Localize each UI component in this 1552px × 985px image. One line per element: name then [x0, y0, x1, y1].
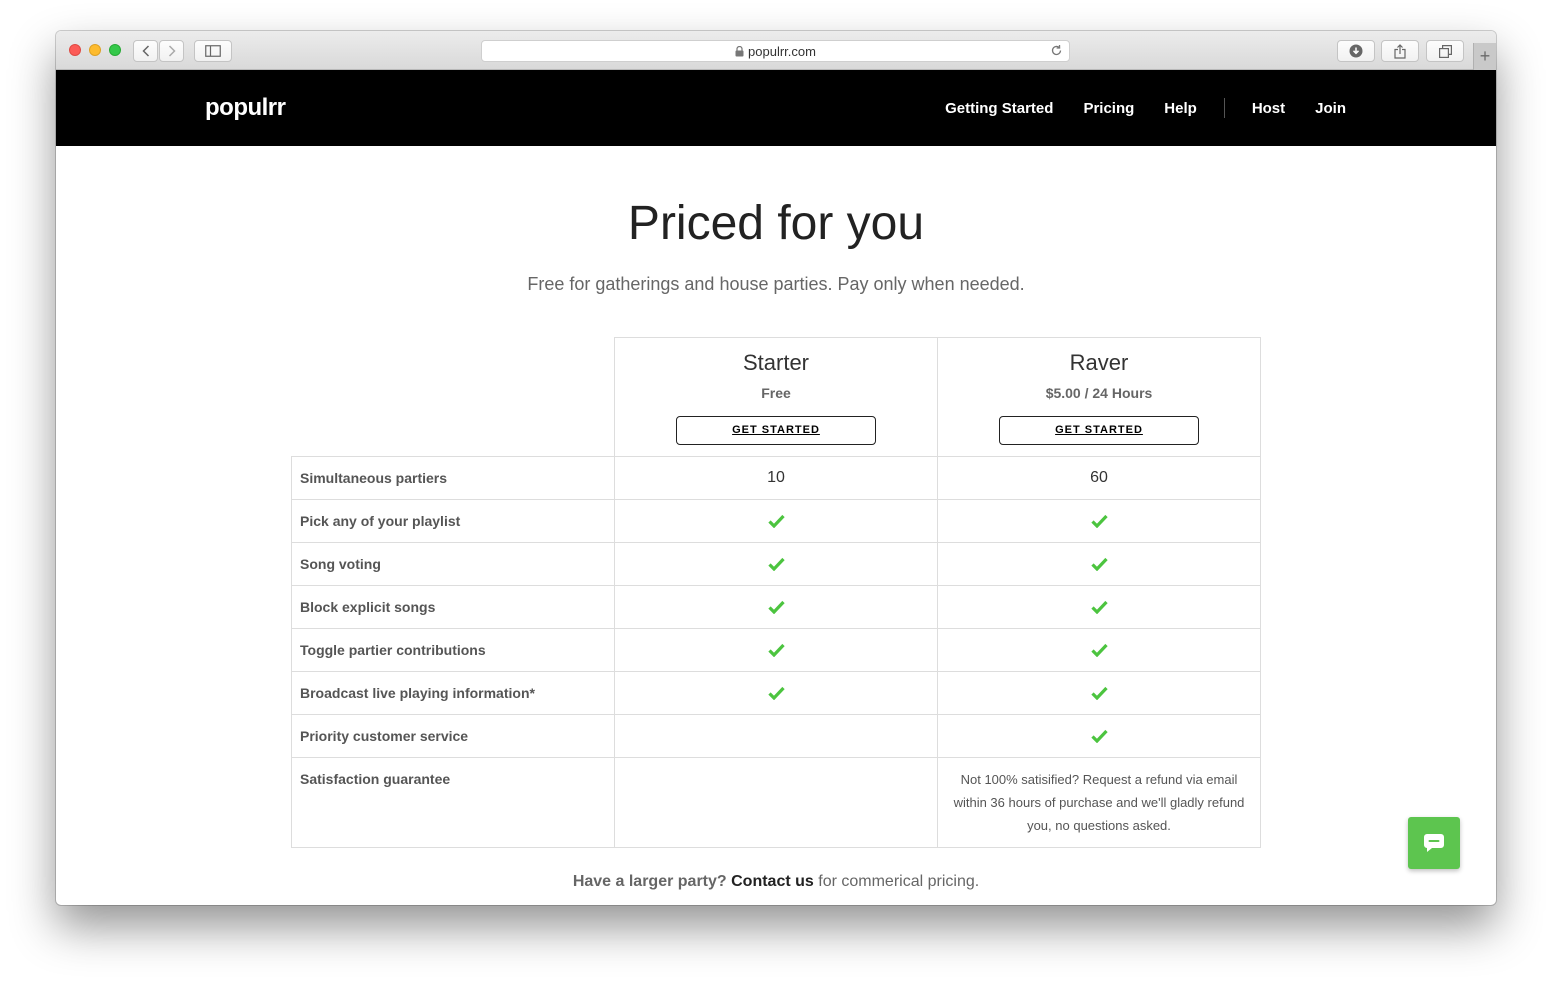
- browser-window: populrr.com + populrr Getting Started Pr…: [56, 31, 1496, 905]
- nav-link-getting-started[interactable]: Getting Started: [945, 100, 1053, 117]
- checkmark-icon: [1090, 600, 1108, 614]
- feature-row: Toggle partier contributions: [291, 628, 1261, 672]
- page-subtitle: Free for gatherings and house parties. P…: [527, 274, 1025, 294]
- raver-feature-note: Not 100% satisified? Request a refund vi…: [937, 757, 1261, 848]
- feature-row: Block explicit songs: [291, 585, 1261, 629]
- feature-row: Priority customer service: [291, 714, 1261, 758]
- plus-icon: +: [1479, 46, 1491, 66]
- feature-label: Toggle partier contributions: [291, 628, 615, 672]
- starter-feature-value: [614, 757, 938, 848]
- feature-label: Satisfaction guarantee: [291, 757, 615, 848]
- feature-label: Pick any of your playlist: [291, 499, 615, 543]
- nav-link-join[interactable]: Join: [1315, 100, 1346, 117]
- forward-button[interactable]: [159, 40, 184, 62]
- checkmark-icon: [767, 686, 785, 700]
- tabs-overview-button[interactable]: [1426, 40, 1464, 62]
- new-tab-button[interactable]: +: [1473, 43, 1496, 70]
- raver-get-started-button[interactable]: GET STARTED: [999, 416, 1199, 445]
- checkmark-icon: [1090, 514, 1108, 528]
- zoom-window-button[interactable]: [109, 44, 121, 56]
- raver-feature-value: 60: [937, 456, 1261, 500]
- feature-row: Song voting: [291, 542, 1261, 586]
- contact-tail: for commerical pricing.: [818, 873, 980, 890]
- plan-raver: Raver $5.00 / 24 Hours GET STARTED: [937, 337, 1261, 457]
- starter-feature-value: [614, 714, 938, 758]
- pricing-table: Starter Free GET STARTED Raver $5.00 / 2…: [291, 337, 1261, 848]
- nav-divider: [1223, 98, 1225, 118]
- feature-rows: Simultaneous partiers 10 60 Pick any of you…: [291, 456, 1261, 848]
- back-button[interactable]: [133, 40, 158, 62]
- nav-link-pricing[interactable]: Pricing: [1083, 100, 1134, 117]
- plan-starter: Starter Free GET STARTED: [614, 337, 938, 457]
- feature-row: Simultaneous partiers 10 60: [291, 456, 1261, 500]
- nav-links: Getting Started Pricing Help Host Join: [945, 98, 1346, 118]
- plan-name: Starter: [742, 350, 810, 375]
- empty-header-cell: [291, 337, 615, 457]
- site-navbar: populrr Getting Started Pricing Help Hos…: [56, 70, 1496, 146]
- plan-header-row: Starter Free GET STARTED Raver $5.00 / 2…: [291, 337, 1261, 457]
- share-icon: [1394, 43, 1406, 59]
- share-button[interactable]: [1381, 40, 1419, 62]
- raver-feature-check: [937, 585, 1261, 629]
- page-content: Priced for you Free for gatherings and h…: [56, 146, 1496, 905]
- feature-label: Priority customer service: [291, 714, 615, 758]
- contact-us-link[interactable]: Contact us: [731, 873, 814, 890]
- tabs-icon: [1438, 44, 1452, 58]
- starter-feature-check: [614, 628, 938, 672]
- starter-feature-check: [614, 671, 938, 715]
- reload-icon[interactable]: [1050, 44, 1063, 60]
- lock-icon: [735, 45, 744, 57]
- checkmark-icon: [767, 643, 785, 657]
- checkmark-icon: [1090, 643, 1108, 657]
- plan-price: Free: [761, 385, 791, 401]
- raver-feature-check: [937, 671, 1261, 715]
- feature-label: Broadcast live playing information*: [291, 671, 615, 715]
- raver-feature-check: [937, 628, 1261, 672]
- browser-toolbar: populrr.com +: [56, 31, 1496, 70]
- feature-row: Pick any of your playlist: [291, 499, 1261, 543]
- feature-label: Block explicit songs: [291, 585, 615, 629]
- feature-row: Broadcast live playing information*: [291, 671, 1261, 715]
- close-window-button[interactable]: [69, 44, 81, 56]
- sidebar-button[interactable]: [194, 40, 232, 62]
- url-text: populrr.com: [748, 43, 816, 59]
- chevron-left-icon: [141, 45, 149, 57]
- nav-link-help[interactable]: Help: [1164, 100, 1197, 117]
- starter-feature-value: 10: [614, 456, 938, 500]
- contact-lead: Have a larger party?: [572, 873, 727, 890]
- starter-get-started-button[interactable]: GET STARTED: [676, 416, 876, 445]
- checkmark-icon: [767, 514, 785, 528]
- feature-label: Song voting: [291, 542, 615, 586]
- chat-bubble-icon: [1424, 834, 1444, 852]
- address-bar[interactable]: populrr.com: [481, 40, 1070, 62]
- page-title: Priced for you: [627, 197, 925, 250]
- chat-button[interactable]: [1408, 817, 1460, 869]
- checkmark-icon: [1090, 686, 1108, 700]
- starter-feature-check: [614, 499, 938, 543]
- chevron-right-icon: [168, 45, 176, 57]
- nav-link-host[interactable]: Host: [1252, 100, 1285, 117]
- checkmark-icon: [767, 600, 785, 614]
- checkmark-icon: [767, 557, 785, 571]
- contact-line: Have a larger party? Contact us for comm…: [56, 873, 1496, 891]
- plan-price: $5.00 / 24 Hours: [1045, 385, 1153, 401]
- starter-feature-check: [614, 585, 938, 629]
- feature-row: Satisfaction guarantee Not 100% satisifie…: [291, 757, 1261, 848]
- downloads-button[interactable]: [1337, 40, 1375, 62]
- site-logo[interactable]: populrr: [205, 94, 286, 122]
- raver-feature-check: [937, 542, 1261, 586]
- plan-name: Raver: [1069, 350, 1129, 375]
- feature-label: Simultaneous partiers: [291, 456, 615, 500]
- starter-feature-check: [614, 542, 938, 586]
- raver-feature-check: [937, 714, 1261, 758]
- minimize-window-button[interactable]: [89, 44, 101, 56]
- checkmark-icon: [1090, 729, 1108, 743]
- raver-feature-check: [937, 499, 1261, 543]
- sidebar-icon: [205, 45, 221, 57]
- download-icon: [1349, 44, 1363, 58]
- checkmark-icon: [1090, 557, 1108, 571]
